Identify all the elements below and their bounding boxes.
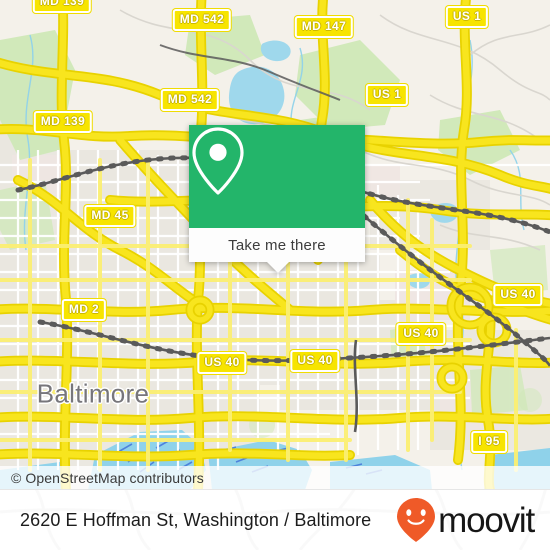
route-shield-md139-top[interactable]: MD 139 xyxy=(32,0,92,13)
map-screenshot: Baltimore MD 139 MD 542 MD 147 US 1 MD 5… xyxy=(0,0,550,550)
route-shield-us40-center[interactable]: US 40 xyxy=(290,350,340,372)
route-shield-us40-west[interactable]: US 40 xyxy=(197,352,247,374)
location-title: 2620 E Hoffman St, Washington / Baltimor… xyxy=(20,509,372,530)
footer-bar: 2620 E Hoffman St, Washington / Baltimor… xyxy=(0,489,550,550)
take-me-there-label: Take me there xyxy=(228,236,326,254)
route-shield-i95[interactable]: I 95 xyxy=(471,431,507,453)
route-shield-md542-north[interactable]: MD 542 xyxy=(172,9,232,31)
route-shield-md45[interactable]: MD 45 xyxy=(84,205,136,227)
moovit-wordmark: moovit xyxy=(438,500,535,540)
map-canvas[interactable]: Baltimore MD 139 MD 542 MD 147 US 1 MD 5… xyxy=(0,0,550,490)
route-shield-us40-east[interactable]: US 40 xyxy=(493,284,543,306)
route-shield-us40-mid[interactable]: US 40 xyxy=(396,323,446,345)
osm-attribution-text[interactable]: © OpenStreetMap contributors xyxy=(0,470,204,486)
route-shield-md542-south[interactable]: MD 542 xyxy=(160,89,220,111)
moovit-logo[interactable]: moovit xyxy=(396,497,535,543)
location-pin-icon xyxy=(192,127,244,195)
location-popup[interactable]: Take me there xyxy=(189,125,365,273)
route-shield-md2[interactable]: MD 2 xyxy=(61,299,107,321)
route-shield-md139-left[interactable]: MD 139 xyxy=(33,111,93,133)
route-shield-md147[interactable]: MD 147 xyxy=(294,16,354,38)
moovit-pin-smiley-icon xyxy=(397,498,436,542)
place-label-baltimore: Baltimore xyxy=(36,378,150,409)
route-shield-us1-north[interactable]: US 1 xyxy=(445,6,489,28)
take-me-there-button[interactable]: Take me there xyxy=(189,228,365,262)
route-shield-us1-mid[interactable]: US 1 xyxy=(365,84,409,106)
popup-header xyxy=(189,125,365,228)
map-attribution-bar: © OpenStreetMap contributors xyxy=(0,466,550,490)
popup-pointer-tail xyxy=(267,262,289,273)
